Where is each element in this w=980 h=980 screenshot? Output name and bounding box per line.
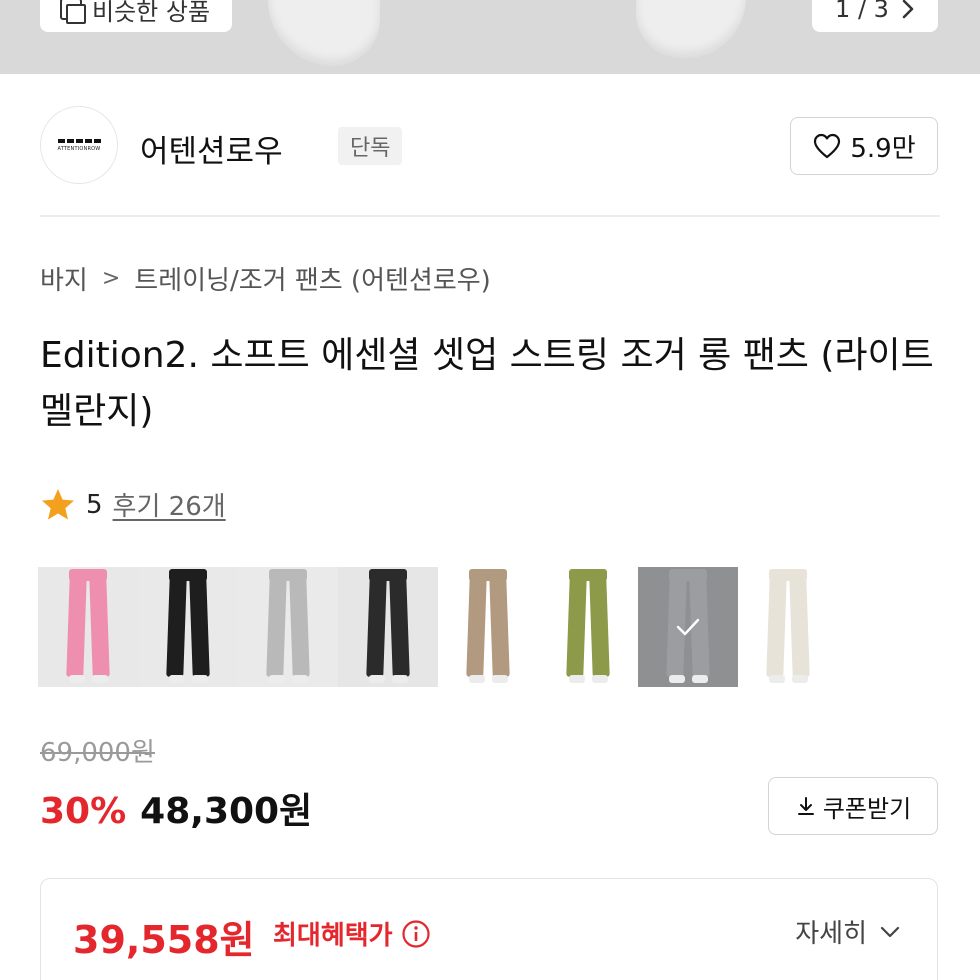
brand-row: ATTENTIONROW 어텐션로우 단독 5.9만	[40, 106, 938, 186]
pants-leg	[66, 576, 87, 678]
color-option-thumbnail[interactable]	[638, 567, 738, 687]
image-pager-text: 1 / 3	[835, 0, 889, 23]
download-icon	[797, 797, 814, 815]
similar-products-label: 비슷한 상품	[92, 0, 211, 26]
product-title: Edition2. 소프트 에센셜 셋업 스트링 조거 롱 팬츠 (라이트멜란지…	[40, 335, 934, 432]
pants-leg	[89, 576, 110, 678]
pants-leg	[166, 576, 187, 678]
chevron-right-icon	[902, 0, 914, 19]
shoe	[92, 675, 108, 683]
check-icon	[676, 618, 700, 636]
divider	[40, 215, 940, 217]
discount-rate: 30%	[40, 791, 127, 832]
brand-logo-mark	[57, 138, 101, 143]
chevron-down-icon	[880, 926, 900, 937]
max-benefit-price: 39,558원	[73, 918, 255, 962]
pants-leg	[466, 576, 487, 678]
pants-leg	[589, 576, 610, 678]
similar-icon	[60, 0, 86, 24]
info-icon[interactable]	[401, 919, 431, 949]
detail-label: 자세히	[795, 919, 867, 949]
exclusive-badge: 단독	[338, 127, 403, 165]
pants-leg	[366, 576, 387, 678]
color-option-thumbnail[interactable]	[238, 567, 338, 687]
reviews-link[interactable]: 후기 26개	[113, 486, 226, 523]
thumbnail-background	[738, 567, 838, 687]
heart-outline-icon	[814, 133, 841, 159]
pants-leg	[566, 576, 587, 678]
shoe	[769, 675, 785, 683]
shoe	[269, 675, 285, 683]
shoe	[169, 675, 185, 683]
brand-name[interactable]: 어텐션로우	[140, 126, 283, 171]
price-row: 30% 48,300원	[40, 782, 312, 834]
product-image-shoe	[268, 0, 380, 66]
shoe	[392, 675, 408, 683]
pants-leg	[189, 576, 210, 678]
color-option-thumbnail[interactable]	[338, 567, 438, 687]
max-benefit-label: 최대혜택가	[273, 921, 393, 951]
breadcrumb-item-category[interactable]: 트레이닝/조거 팬츠 (어텐션로우)	[134, 260, 491, 297]
shoe	[692, 675, 708, 683]
color-options	[38, 567, 838, 687]
shoe	[369, 675, 385, 683]
brand-logo-text: ATTENTIONROW	[57, 145, 101, 152]
similar-products-button[interactable]: 비슷한 상품	[40, 0, 233, 32]
max-benefit-box[interactable]: 39,558원 최대혜택가 자세히	[40, 878, 938, 980]
pants-leg	[289, 576, 310, 678]
thumbnail-background	[538, 567, 638, 687]
pants-leg	[766, 576, 787, 678]
color-option-thumbnail[interactable]	[738, 567, 838, 687]
shoe	[492, 675, 508, 683]
thumbnail-background	[438, 567, 538, 687]
shoe	[192, 675, 208, 683]
like-button[interactable]: 5.9만	[790, 117, 938, 175]
thumbnail-background	[38, 567, 138, 687]
original-price: 69,000원	[40, 738, 155, 768]
image-pager[interactable]: 1 / 3	[812, 0, 938, 32]
detail-toggle[interactable]: 자세히	[795, 913, 903, 950]
coupon-label: 쿠폰받기	[822, 794, 912, 823]
sale-price: 48,300원	[140, 791, 313, 832]
brand-logo[interactable]: ATTENTIONROW	[40, 106, 118, 184]
pants-leg	[789, 576, 810, 678]
color-option-thumbnail[interactable]	[438, 567, 538, 687]
pants-leg	[489, 576, 510, 678]
star-icon	[42, 488, 74, 519]
thumbnail-background	[138, 567, 238, 687]
breadcrumb-item-pants[interactable]: 바지	[40, 260, 88, 297]
color-option-thumbnail[interactable]	[38, 567, 138, 687]
shoe	[469, 675, 485, 683]
max-benefit-label-group: 최대혜택가	[273, 915, 431, 952]
product-image-shoe	[636, 0, 746, 58]
color-option-thumbnail[interactable]	[138, 567, 238, 687]
color-option-thumbnail[interactable]	[538, 567, 638, 687]
shoe	[69, 675, 85, 683]
breadcrumb-separator-icon: >	[101, 266, 121, 291]
thumbnail-background	[238, 567, 338, 687]
shoe	[592, 675, 608, 683]
breadcrumb: 바지 > 트레이닝/조거 팬츠 (어텐션로우)	[40, 260, 491, 297]
thumbnail-background	[338, 567, 438, 687]
rating-score: 5	[86, 489, 103, 520]
like-count: 5.9만	[850, 133, 916, 164]
shoe	[292, 675, 308, 683]
shoe	[569, 675, 585, 683]
pants-leg	[266, 576, 287, 678]
pants-leg	[389, 576, 410, 678]
shoe	[669, 675, 685, 683]
coupon-button[interactable]: 쿠폰받기	[768, 777, 938, 835]
rating: 5 후기 26개	[40, 486, 226, 523]
shoe	[792, 675, 808, 683]
product-image-carousel[interactable]: 비슷한 상품 1 / 3	[0, 0, 980, 74]
